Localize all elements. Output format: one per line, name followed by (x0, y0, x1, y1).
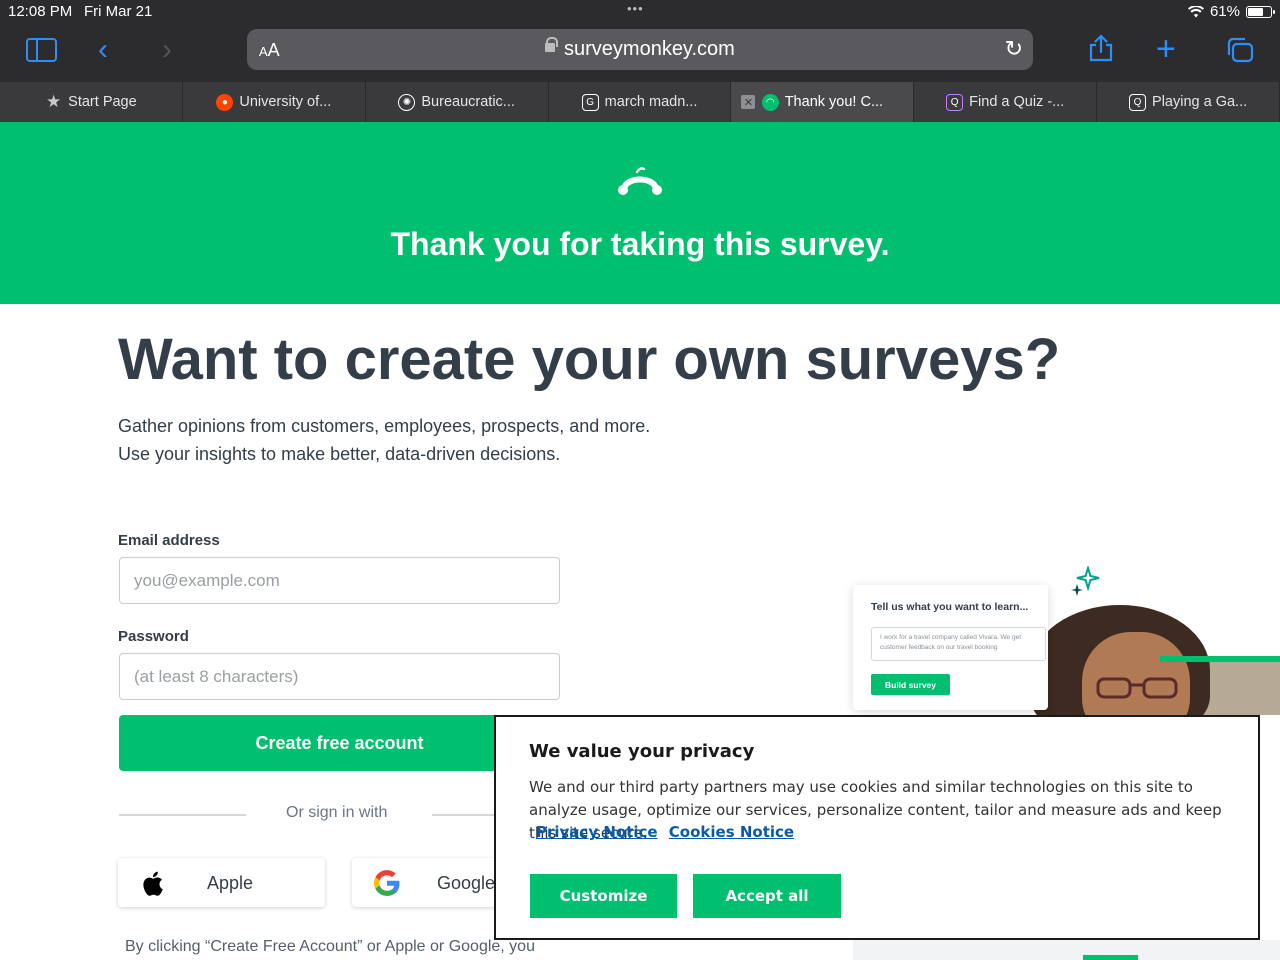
tab-overview-icon[interactable] (1226, 37, 1254, 63)
reload-icon[interactable]: ↻ (1005, 36, 1023, 62)
reddit-icon: ● (216, 93, 234, 111)
surveymonkey-icon: ◠ (761, 93, 779, 111)
privacy-dialog: We value your privacy We and our third p… (494, 715, 1260, 940)
google-icon (374, 870, 400, 896)
forward-chevron-icon[interactable]: › (162, 35, 172, 65)
tab-start-page[interactable]: ★ Start Page (0, 82, 183, 122)
openai-icon: ✺ (398, 93, 416, 111)
promo-card-input: I work for a travel company called Vivar… (871, 627, 1046, 661)
wifi-icon (1187, 5, 1204, 17)
password-label: Password (118, 628, 189, 645)
thank-you-banner: Thank you for taking this survey. (0, 122, 1280, 304)
email-label: Email address (118, 532, 220, 549)
promo-green-strip (1160, 656, 1280, 662)
tab-label: Start Page (68, 94, 137, 110)
google-sign-in-button[interactable]: Google (352, 858, 502, 907)
close-tab-icon[interactable]: ✕ (741, 95, 756, 109)
tab-playing-a-game[interactable]: Q Playing a Ga... (1097, 82, 1280, 122)
apple-label: Apple (207, 873, 254, 893)
status-date: Fri Mar 21 (84, 3, 153, 20)
subtext-line-2: Use your insights to make better, data-d… (118, 444, 561, 464)
privacy-links: Privacy Notice Cookies Notice (536, 823, 800, 841)
battery-percent: 61% (1209, 3, 1240, 20)
banner-title: Thank you for taking this survey. (390, 226, 890, 262)
password-field[interactable] (119, 653, 560, 700)
surveymonkey-logo-icon (618, 167, 662, 195)
apple-icon (143, 871, 163, 896)
tab-strip: ★ Start Page ● University of... ✺ Bureau… (0, 82, 1280, 122)
apple-sign-in-button[interactable]: Apple (118, 858, 325, 907)
browser-toolbar: ‹ › AA surveymonkey.com ↻ + (0, 24, 1280, 82)
subtext-line-1: Gather opinions from customers, employee… (118, 416, 651, 436)
sidebar-toggle-icon[interactable] (26, 38, 57, 62)
divider-left (119, 814, 246, 816)
lock-icon (545, 37, 558, 52)
promo-card: Tell us what you want to learn... I work… (853, 585, 1048, 710)
or-sign-in-text: Or sign in with (286, 804, 388, 821)
star-icon: ★ (46, 92, 62, 111)
back-chevron-icon[interactable]: ‹ (98, 35, 108, 65)
tab-thank-you[interactable]: ✕ ◠ Thank you! C... (731, 82, 915, 122)
multitasking-dots-icon[interactable]: ••• (627, 1, 644, 16)
tab-label: march madn... (604, 94, 698, 110)
g-icon: G (581, 93, 599, 111)
quiz-icon: Q (946, 93, 964, 111)
promo-build-survey-button: Build survey (871, 674, 950, 695)
tab-label: Bureaucratic... (421, 94, 515, 110)
accept-all-button[interactable]: Accept all (693, 874, 841, 918)
google-label: Google (437, 873, 496, 893)
tab-label: Thank you! C... (784, 94, 884, 110)
cookies-notice-link[interactable]: Cookies Notice (669, 823, 794, 841)
tab-label: Find a Quiz -... (969, 94, 1065, 110)
tab-bureaucratic[interactable]: ✺ Bureaucratic... (366, 82, 549, 122)
customize-button[interactable]: Customize (530, 874, 677, 918)
new-tab-plus-icon[interactable]: + (1156, 32, 1176, 66)
status-time: 12:08 PM (8, 3, 73, 20)
address-bar[interactable]: AA surveymonkey.com ↻ (247, 29, 1033, 70)
sparkle-icon (1071, 566, 1100, 596)
battery-icon (1246, 5, 1275, 18)
tab-university[interactable]: ● University of... (183, 82, 366, 122)
status-bar: 12:08 PM Fri Mar 21 ••• 61% (0, 0, 1280, 24)
page-subtext: Gather opinions from customers, employee… (118, 412, 650, 468)
page-headline: Want to create your own surveys? (118, 327, 1061, 392)
promo-card-title: Tell us what you want to learn... (871, 601, 1029, 613)
url-text: surveymonkey.com (564, 38, 735, 60)
promo-bottom-remnant (853, 940, 1280, 960)
status-right: 61% (1187, 3, 1275, 20)
privacy-title: We value your privacy (529, 741, 755, 762)
email-field[interactable] (119, 557, 560, 604)
share-icon[interactable] (1088, 34, 1114, 62)
legal-text: By clicking “Create Free Account” or App… (125, 938, 535, 955)
tab-find-a-quiz[interactable]: Q Find a Quiz -... (914, 82, 1098, 122)
privacy-notice-link[interactable]: Privacy Notice (536, 823, 658, 841)
tab-label: University of... (239, 94, 332, 110)
q-icon: Q (1129, 93, 1147, 111)
tab-label: Playing a Ga... (1152, 94, 1248, 110)
text-size-button[interactable]: AA (259, 40, 280, 61)
tab-march-madness[interactable]: G march madn... (549, 82, 732, 122)
